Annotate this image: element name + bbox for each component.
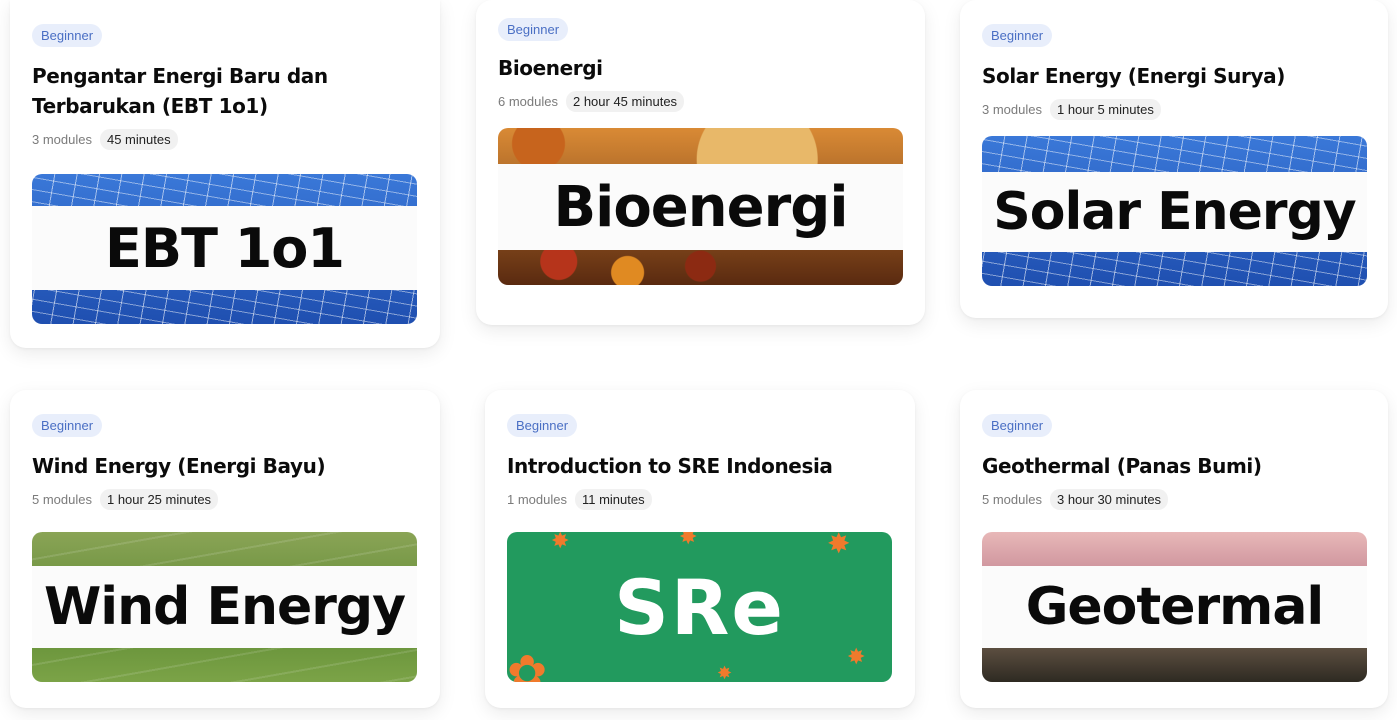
level-badge: Beginner <box>32 24 103 47</box>
level-badge: Beginner <box>32 414 103 437</box>
level-badge: Beginner <box>507 414 578 437</box>
course-meta: 5 modules 3 hour 30 minutes <box>982 489 1366 510</box>
course-card-wind[interactable]: Beginner Wind Energy (Energi Bayu) 5 mod… <box>10 390 440 708</box>
thumbnail-label: Geotermal <box>982 566 1367 648</box>
course-meta: 6 modules 2 hour 45 minutes <box>498 91 903 112</box>
level-badge: Beginner <box>982 414 1053 437</box>
course-title[interactable]: Wind Energy (Energi Bayu) <box>32 451 418 481</box>
duration-chip: 45 minutes <box>99 129 178 150</box>
course-title[interactable]: Pengantar Energi Baru dan Terbarukan (EB… <box>32 61 418 121</box>
duration-chip: 2 hour 45 minutes <box>565 91 685 112</box>
thumbnail-label: Wind Energy <box>32 566 417 648</box>
course-thumbnail[interactable]: Solar Energy <box>982 136 1367 286</box>
course-title[interactable]: Geothermal (Panas Bumi) <box>982 451 1366 481</box>
duration-chip: 3 hour 30 minutes <box>1049 489 1169 510</box>
course-meta: 3 modules 1 hour 5 minutes <box>982 99 1366 120</box>
course-meta: 1 modules 11 minutes <box>507 489 893 510</box>
course-thumbnail[interactable]: EBT 1o1 <box>32 174 417 324</box>
course-title[interactable]: Introduction to SRE Indonesia <box>507 451 893 481</box>
course-card-geothermal[interactable]: Beginner Geothermal (Panas Bumi) 5 modul… <box>960 390 1388 708</box>
course-thumbnail[interactable]: Geotermal <box>982 532 1367 682</box>
module-count: 5 modules <box>982 492 1042 507</box>
level-badge: Beginner <box>498 18 569 41</box>
duration-chip: 1 hour 5 minutes <box>1049 99 1161 120</box>
course-card-solar[interactable]: Beginner Solar Energy (Energi Surya) 3 m… <box>960 0 1388 318</box>
course-title-line: Pengantar Energi Baru dan <box>32 64 328 88</box>
level-badge: Beginner <box>982 24 1053 47</box>
course-title[interactable]: Bioenergi <box>498 53 903 83</box>
thumbnail-label: Bioenergi <box>498 164 903 250</box>
thumbnail-label: Solar Energy <box>982 172 1367 252</box>
module-count: 5 modules <box>32 492 92 507</box>
course-title-line: Terbarukan (EBT 1o1) <box>32 94 268 118</box>
course-thumbnail[interactable]: ✸ ✸ ✸ ✸ ✸ ✿ SRe <box>507 532 892 682</box>
module-count: 3 modules <box>32 132 92 147</box>
course-card-sre[interactable]: Beginner Introduction to SRE Indonesia 1… <box>485 390 915 708</box>
course-meta: 3 modules 45 minutes <box>32 129 418 150</box>
course-card-ebt[interactable]: Beginner Pengantar Energi Baru dan Terba… <box>10 0 440 348</box>
module-count: 6 modules <box>498 94 558 109</box>
course-title[interactable]: Solar Energy (Energi Surya) <box>982 61 1366 91</box>
thumbnail-label: EBT 1o1 <box>32 206 417 290</box>
module-count: 3 modules <box>982 102 1042 117</box>
course-thumbnail[interactable]: Wind Energy <box>32 532 417 682</box>
duration-chip: 1 hour 25 minutes <box>99 489 219 510</box>
course-card-bioenergi[interactable]: Beginner Bioenergi 6 modules 2 hour 45 m… <box>476 0 925 325</box>
duration-chip: 11 minutes <box>574 489 652 510</box>
sre-logo-text: SRe <box>614 562 785 652</box>
course-thumbnail[interactable]: Bioenergi <box>498 128 903 285</box>
course-meta: 5 modules 1 hour 25 minutes <box>32 489 418 510</box>
module-count: 1 modules <box>507 492 567 507</box>
